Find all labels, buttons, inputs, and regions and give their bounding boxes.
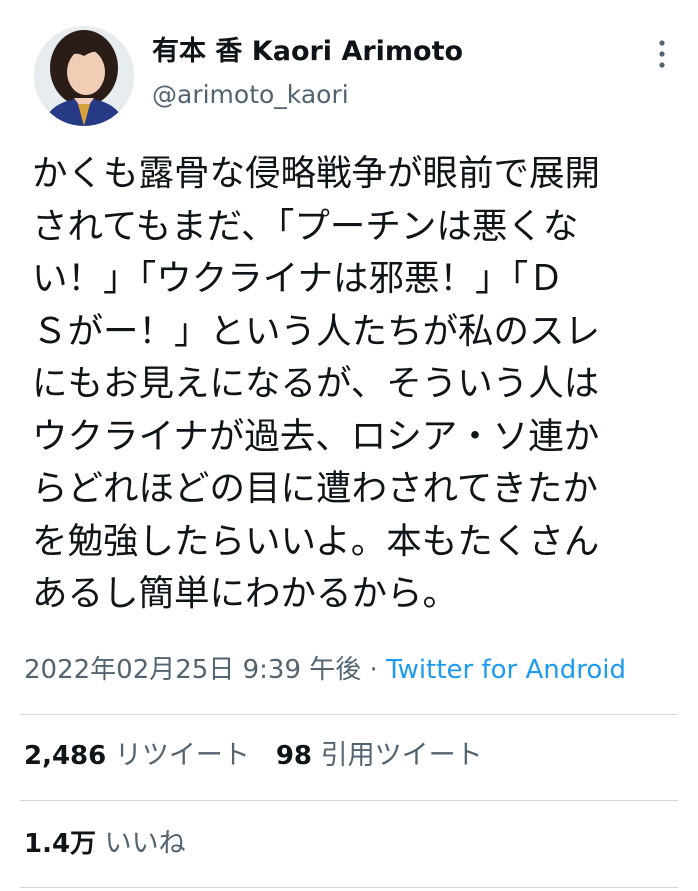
meta-separator: ·	[361, 655, 387, 685]
tweet-text-line: を勉強したらいいよ。本もたくさん	[32, 520, 600, 562]
avatar-image	[34, 26, 134, 126]
avatar[interactable]	[34, 26, 134, 126]
divider	[20, 800, 678, 801]
author-block: 有本 香 Kaori Arimoto @arimoto_kaori	[152, 34, 463, 112]
tweet-timestamp[interactable]: 2022年02月25日 9:39 午後	[24, 655, 361, 685]
likes-stats-row: 1.4万 いいね	[24, 826, 212, 862]
author-handle[interactable]: @arimoto_kaori	[152, 78, 463, 112]
likes-label: いいね	[104, 828, 186, 859]
tweet-detail: 有本 香 Kaori Arimoto @arimoto_kaori かくも露骨な…	[0, 0, 698, 891]
author-display-name[interactable]: 有本 香 Kaori Arimoto	[152, 34, 463, 70]
tweet-text-line: Ｓがー！」という人たちが私のスレ	[32, 310, 601, 352]
tweet-text: かくも露骨な侵略戦争が眼前で展開 されてもまだ、「プーチンは悪くな い！」「ウク…	[32, 148, 672, 621]
tweet-text-line: かくも露骨な侵略戦争が眼前で展開	[32, 153, 601, 194]
tweet-header: 有本 香 Kaori Arimoto @arimoto_kaori	[34, 26, 674, 130]
tweet-text-line: あるし簡単にわかるから。	[32, 573, 459, 614]
tweet-text-line: されてもまだ、「プーチンは悪くな	[32, 205, 579, 247]
retweet-stats-row: 2,486 リツイート 98 引用ツイート	[24, 738, 509, 774]
tweet-text-line: い！」「ウクライナは邪悪！」「Ｄ	[32, 258, 564, 299]
divider	[20, 887, 678, 888]
likes-count: 1.4万	[24, 829, 97, 859]
likes-stat[interactable]: 1.4万 いいね	[24, 826, 186, 862]
tweet-source-link[interactable]: Twitter for Android	[386, 655, 626, 685]
retweets-label: リツイート	[114, 740, 250, 771]
tweet-meta: 2022年02月25日 9:39 午後 · Twitter for Androi…	[24, 652, 626, 688]
tweet-text-line: にもお見えになるが、そういう人は	[32, 363, 600, 404]
retweets-stat[interactable]: 2,486 リツイート	[24, 738, 250, 774]
tweet-text-line: らどれほどの目に遭わされてきたか	[32, 468, 598, 509]
divider	[20, 714, 678, 715]
retweets-count: 2,486	[24, 741, 107, 771]
more-vertical-icon[interactable]	[656, 38, 668, 70]
quotes-label: 引用ツイート	[320, 740, 483, 771]
quotes-count: 98	[275, 741, 313, 771]
tweet-text-line: ウクライナが過去、ロシア・ソ連か	[32, 415, 600, 457]
quotes-stat[interactable]: 98 引用ツイート	[276, 738, 483, 774]
